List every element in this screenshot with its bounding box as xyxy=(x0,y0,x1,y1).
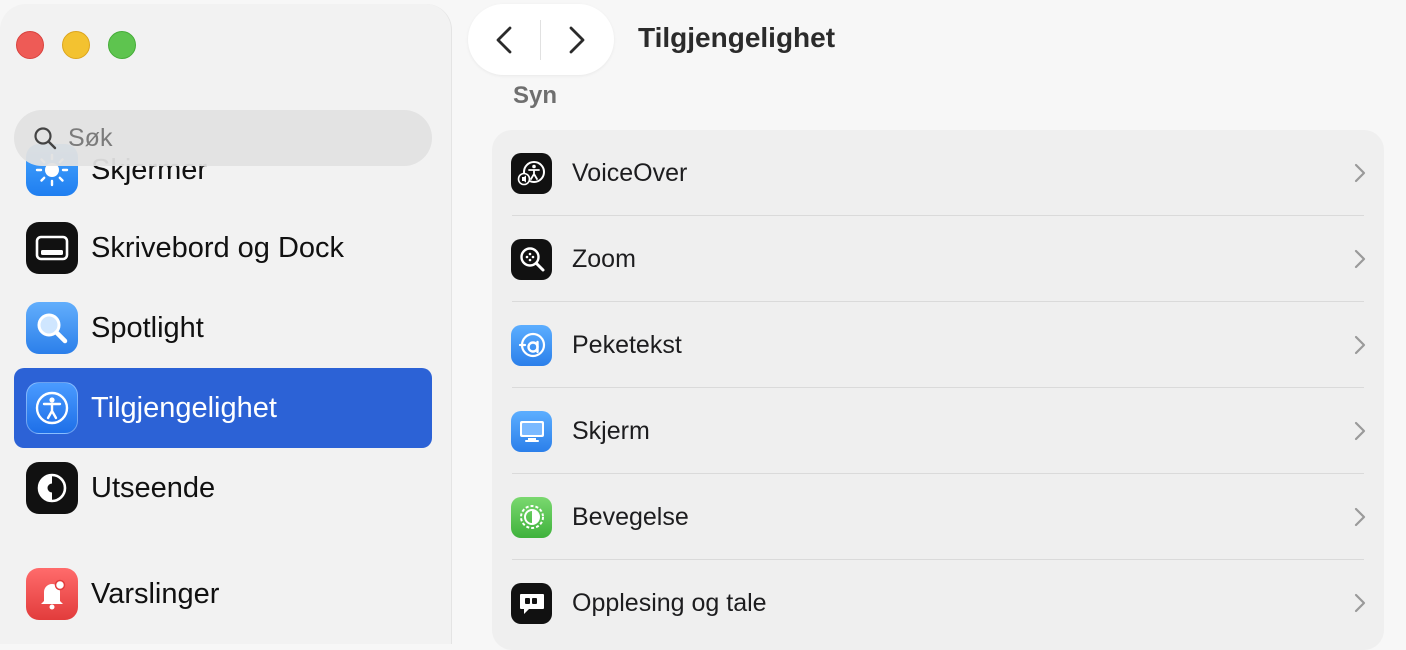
sidebar-item-skrivebord-og-dock[interactable]: Skrivebord og Dock xyxy=(14,208,432,288)
settings-row-zoom[interactable]: Zoom xyxy=(492,216,1384,302)
search-field[interactable]: Søk xyxy=(14,110,432,166)
search-input[interactable]: Søk xyxy=(68,124,112,153)
back-button[interactable] xyxy=(468,4,540,75)
sidebar-item-label: Utseende xyxy=(91,471,216,504)
sidebar-item-label: Tilgjengelighet xyxy=(91,391,277,424)
window-controls xyxy=(16,31,136,59)
row-label: Skjerm xyxy=(572,416,650,445)
sidebar-item-tilgjengelighet[interactable]: Tilgjengelighet xyxy=(14,368,432,448)
row-label: VoiceOver xyxy=(572,158,688,187)
forward-button[interactable] xyxy=(541,4,613,75)
voiceover-icon xyxy=(511,152,552,194)
dock-icon xyxy=(26,222,78,274)
chevron-right-icon xyxy=(1354,249,1366,269)
row-label: Peketekst xyxy=(572,330,682,359)
zoom-window-button[interactable] xyxy=(108,31,136,59)
chevron-right-icon xyxy=(1354,507,1366,527)
settings-row-bevegelse[interactable]: Bevegelse xyxy=(492,474,1384,560)
section-header: Syn xyxy=(513,82,558,109)
chevron-right-icon xyxy=(1354,593,1366,613)
appearance-icon xyxy=(26,462,78,514)
motion-icon xyxy=(511,496,552,538)
settings-row-skjerm[interactable]: Skjerm xyxy=(492,388,1384,474)
search-icon xyxy=(34,127,57,150)
page-title: Tilgjengelighet xyxy=(638,22,836,53)
sidebar-item-label: Varslinger xyxy=(91,577,220,610)
row-label: Bevegelse xyxy=(572,502,689,531)
navigation-buttons xyxy=(468,4,614,75)
row-label: Zoom xyxy=(572,244,636,273)
hover-text-icon xyxy=(511,324,552,366)
chevron-right-icon xyxy=(1354,163,1366,183)
chevron-right-icon xyxy=(569,26,585,53)
settings-group-syn: VoiceOver Zoom Peketekst Skjerm Bevegels… xyxy=(492,130,1384,650)
zoom-icon xyxy=(511,238,552,280)
row-label: Opplesing og tale xyxy=(572,588,767,617)
chevron-right-icon xyxy=(1354,335,1366,355)
settings-row-peketekst[interactable]: Peketekst xyxy=(492,302,1384,388)
bell-icon xyxy=(26,568,78,620)
speech-icon xyxy=(511,582,552,624)
sidebar-item-label: Spotlight xyxy=(91,311,204,344)
chevron-right-icon xyxy=(1354,421,1366,441)
settings-row-opplesing-og-tale[interactable]: Opplesing og tale xyxy=(492,560,1384,646)
settings-row-voiceover[interactable]: VoiceOver xyxy=(492,130,1384,216)
display-icon xyxy=(511,410,552,452)
close-window-button[interactable] xyxy=(16,31,44,59)
sidebar-item-varslinger[interactable]: Varslinger xyxy=(14,554,432,634)
chevron-left-icon xyxy=(496,26,512,53)
sidebar-item-spotlight[interactable]: Spotlight xyxy=(14,288,432,368)
sidebar-item-label: Skrivebord og Dock xyxy=(91,231,345,264)
minimize-window-button[interactable] xyxy=(62,31,90,59)
sidebar-item-utseende[interactable]: Utseende xyxy=(14,448,432,528)
magnifier-icon xyxy=(26,302,78,354)
sidebar: Skjermer Skrivebord og Dock Spotlight Ti… xyxy=(0,4,452,644)
accessibility-icon xyxy=(26,382,78,434)
